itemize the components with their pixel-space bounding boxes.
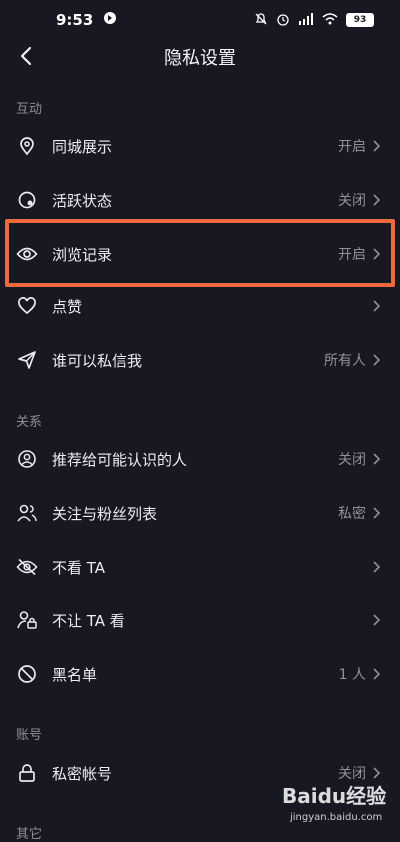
row-label: 私密帐号 — [52, 764, 113, 783]
row-value: 关闭 — [338, 452, 366, 468]
row-label: 关注与粉丝列表 — [52, 504, 158, 523]
row-value: 1 人 — [338, 667, 366, 683]
status-bar: 9:53 93 — [0, 0, 400, 40]
row-dont-see[interactable]: 不看 TA — [0, 542, 400, 592]
status-time: 9:53 — [56, 11, 94, 29]
lock-icon — [16, 762, 38, 784]
battery-indicator: 93 — [346, 13, 374, 27]
row-label: 不让 TA 看 — [52, 611, 125, 630]
row-local-display[interactable]: 同城展示 开启 — [0, 121, 400, 171]
row-value: 所有人 — [324, 353, 366, 369]
row-label: 活跃状态 — [52, 191, 113, 210]
chevron-right-icon — [372, 299, 384, 313]
row-likes[interactable]: 点赞 — [0, 281, 400, 331]
signal-icon — [298, 12, 314, 28]
row-value: 关闭 — [338, 193, 366, 209]
location-pin-icon — [16, 135, 38, 157]
chevron-right-icon — [372, 506, 384, 520]
row-label: 谁可以私信我 — [52, 351, 143, 370]
row-value: 私密 — [338, 506, 366, 522]
chevron-right-icon — [372, 560, 384, 574]
section-other: 其它 — [16, 827, 43, 842]
users-icon — [16, 502, 38, 524]
section-relations: 关系 — [16, 415, 43, 430]
heart-icon — [16, 295, 38, 317]
row-label: 推荐给可能认识的人 — [52, 450, 188, 469]
row-blacklist[interactable]: 黑名单 1 人 — [0, 649, 400, 699]
navigation-bar: 隐私设置 — [0, 36, 400, 76]
chevron-right-icon — [372, 766, 384, 780]
app-notification-icon — [103, 11, 117, 29]
page-title: 隐私设置 — [164, 48, 236, 69]
row-hide-from[interactable]: 不让 TA 看 — [0, 595, 400, 645]
row-label: 不看 TA — [52, 558, 106, 577]
alarm-off-icon — [254, 12, 268, 29]
alarm-icon — [276, 12, 290, 29]
row-active-status[interactable]: 活跃状态 关闭 — [0, 175, 400, 225]
wifi-icon — [322, 12, 338, 28]
row-label: 同城展示 — [52, 137, 113, 156]
row-direct-message[interactable]: 谁可以私信我 所有人 — [0, 335, 400, 385]
send-icon — [16, 349, 38, 371]
row-label: 黑名单 — [52, 665, 98, 684]
chevron-right-icon — [372, 353, 384, 367]
chevron-right-icon — [372, 667, 384, 681]
chevron-right-icon — [372, 613, 384, 627]
baidu-watermark-url: jingyan.baidu.com — [290, 812, 383, 823]
row-follow-fans-list[interactable]: 关注与粉丝列表 私密 — [0, 488, 400, 538]
section-interaction: 互动 — [16, 102, 43, 117]
chevron-right-icon — [372, 139, 384, 153]
chevron-right-icon — [372, 452, 384, 466]
block-icon — [16, 663, 38, 685]
eye-off-icon — [16, 556, 38, 578]
row-recommend-to-contacts[interactable]: 推荐给可能认识的人 关闭 — [0, 434, 400, 484]
chevron-right-icon — [372, 193, 384, 207]
section-account: 账号 — [16, 728, 43, 743]
highlight-box — [5, 219, 395, 287]
user-circle-icon — [16, 448, 38, 470]
row-value: 开启 — [338, 139, 366, 155]
baidu-watermark: Baidu经验 — [282, 784, 387, 808]
user-lock-icon — [16, 609, 38, 631]
activity-status-icon — [16, 189, 38, 211]
row-label: 点赞 — [52, 297, 83, 316]
